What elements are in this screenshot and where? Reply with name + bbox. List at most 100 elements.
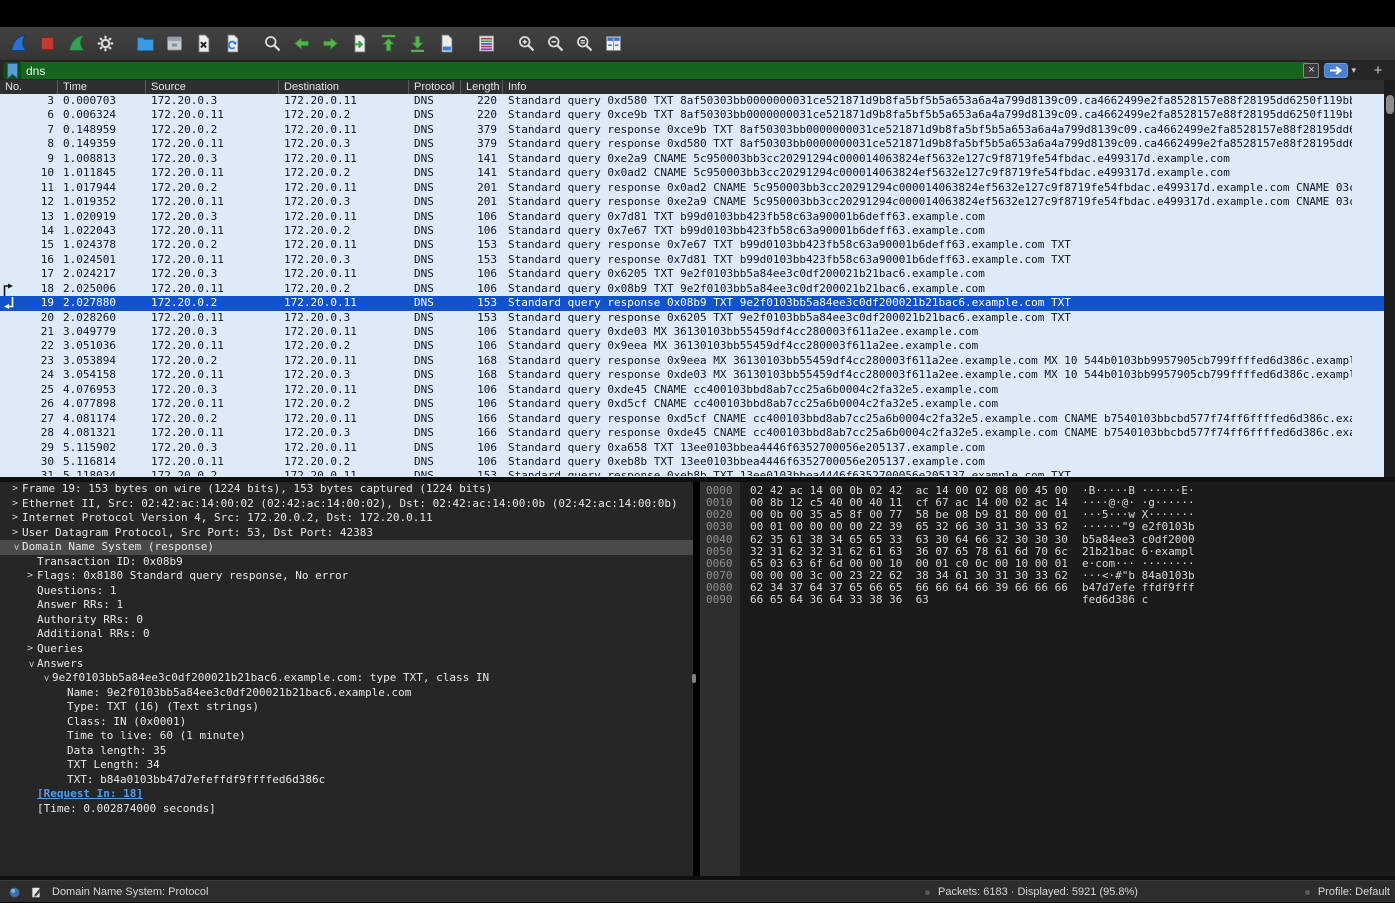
packet-row-12[interactable]: 121.019352172.20.0.11172.20.0.3DNS201Sta…: [0, 195, 1384, 209]
detail-row[interactable]: >Internet Protocol Version 4, Src: 172.2…: [0, 511, 693, 526]
details-scrollbar-thumb[interactable]: [692, 674, 696, 683]
open-file-button[interactable]: [131, 29, 160, 59]
detail-row[interactable]: Additional RRs: 0: [0, 627, 693, 642]
status-profile[interactable]: Profile: Default: [1305, 881, 1390, 903]
zoom-reset-button[interactable]: [570, 29, 599, 59]
previous-packet-button[interactable]: [287, 29, 316, 59]
packet-row-28[interactable]: 284.081321172.20.0.11172.20.0.3DNS166Sta…: [0, 426, 1384, 440]
packet-row-11[interactable]: 111.017944172.20.0.2172.20.0.11DNS201Sta…: [0, 181, 1384, 195]
detail-row[interactable]: Authority RRs: 0: [0, 613, 693, 628]
zoom-out-button[interactable]: [541, 29, 570, 59]
packet-row-8[interactable]: 80.149359172.20.0.11172.20.0.3DNS379Stan…: [0, 137, 1384, 151]
tree-expanded-icon[interactable]: >: [38, 671, 53, 685]
column-header-length[interactable]: Length: [460, 80, 502, 94]
packet-row-16[interactable]: 161.024501172.20.0.11172.20.0.3DNS153Sta…: [0, 253, 1384, 267]
stop-capture-button[interactable]: [33, 29, 62, 59]
packet-row-17[interactable]: 172.024217172.20.0.3172.20.0.11DNS106Sta…: [0, 267, 1384, 281]
apply-filter-button[interactable]: [1324, 63, 1348, 78]
detail-link-row[interactable]: [Request In: 18]: [0, 787, 693, 802]
close-file-button[interactable]: [189, 29, 218, 59]
detail-row[interactable]: Transaction ID: 0x08b9: [0, 555, 693, 570]
tree-collapsed-icon[interactable]: >: [23, 642, 37, 657]
go-to-packet-button[interactable]: [345, 29, 374, 59]
apply-dropdown-caret[interactable]: ▾: [1351, 65, 1356, 76]
tree-expanded-icon[interactable]: >: [8, 540, 23, 554]
packet-row-29[interactable]: 295.115902172.20.0.3172.20.0.11DNS106Sta…: [0, 441, 1384, 455]
tree-collapsed-icon[interactable]: >: [8, 526, 22, 541]
packet-row-22[interactable]: 223.051036172.20.0.11172.20.0.2DNS106Sta…: [0, 339, 1384, 353]
capture-options-button[interactable]: [91, 29, 120, 59]
detail-row[interactable]: >Ethernet II, Src: 02:42:ac:14:00:02 (02…: [0, 497, 693, 512]
packet-row-23[interactable]: 233.053894172.20.0.2172.20.0.11DNS168Sta…: [0, 354, 1384, 368]
packet-row-9[interactable]: 91.008813172.20.0.3172.20.0.11DNS141Stan…: [0, 152, 1384, 166]
tree-collapsed-icon[interactable]: >: [23, 569, 37, 584]
start-capture-button[interactable]: [4, 29, 33, 59]
detail-row[interactable]: TXT: b84a0103bb47d7efeffdf9ffffed6d386c: [0, 773, 693, 788]
first-packet-button[interactable]: [374, 29, 403, 59]
tree-collapsed-icon[interactable]: >: [8, 497, 22, 512]
packet-row-20[interactable]: 202.028260172.20.0.11172.20.0.3DNS153Sta…: [0, 311, 1384, 325]
next-packet-button[interactable]: [316, 29, 345, 59]
expert-info-icon[interactable]: [8, 886, 21, 899]
packet-row-18[interactable]: 182.025006172.20.0.11172.20.0.2DNS106Sta…: [0, 282, 1384, 296]
packet-row-24[interactable]: 243.054158172.20.0.11172.20.0.3DNS168Sta…: [0, 368, 1384, 382]
reload-file-button[interactable]: [218, 29, 247, 59]
packet-row-10[interactable]: 101.011845172.20.0.11172.20.0.2DNS141Sta…: [0, 166, 1384, 180]
detail-row[interactable]: >Domain Name System (response): [0, 540, 693, 555]
packet-row-31[interactable]: 315.118034172.20.0.2172.20.0.11DNS153Sta…: [0, 469, 1384, 476]
details-scrollbar[interactable]: [690, 482, 698, 876]
packet-row-26[interactable]: 264.077898172.20.0.11172.20.0.2DNS106Sta…: [0, 397, 1384, 411]
packet-row-15[interactable]: 151.024378172.20.0.2172.20.0.11DNS153Sta…: [0, 238, 1384, 252]
last-packet-button[interactable]: [403, 29, 432, 59]
detail-row[interactable]: >Answers: [0, 657, 693, 672]
column-header-protocol[interactable]: Protocol: [408, 80, 460, 94]
detail-row[interactable]: >Queries: [0, 642, 693, 657]
packet-row-3[interactable]: 30.000703172.20.0.3172.20.0.11DNS220Stan…: [0, 94, 1384, 108]
column-header-destination[interactable]: Destination: [278, 80, 408, 94]
hex-row-0040[interactable]: 004062 35 61 38 34 65 65 33 63 30 64 66 …: [700, 534, 1395, 546]
column-header-source[interactable]: Source: [145, 80, 278, 94]
scrollbar-thumb[interactable]: [1386, 95, 1394, 114]
detail-row[interactable]: Time to live: 60 (1 minute): [0, 729, 693, 744]
coloring-rules-button[interactable]: [472, 29, 501, 59]
column-header-info[interactable]: Info: [502, 80, 1384, 94]
packet-row-13[interactable]: 131.020919172.20.0.3172.20.0.11DNS106Sta…: [0, 210, 1384, 224]
tree-expanded-icon[interactable]: >: [23, 657, 38, 671]
save-file-button[interactable]: [160, 29, 189, 59]
clear-filter-button[interactable]: ×: [1303, 63, 1319, 78]
packet-row-30[interactable]: 305.116814172.20.0.11172.20.0.2DNS106Sta…: [0, 455, 1384, 469]
packet-row-6[interactable]: 60.006324172.20.0.11172.20.0.2DNS220Stan…: [0, 108, 1384, 122]
packet-row-21[interactable]: 213.049779172.20.0.3172.20.0.11DNS106Sta…: [0, 325, 1384, 339]
packet-list-scrollbar[interactable]: [1384, 80, 1395, 477]
column-header-no[interactable]: No.: [0, 80, 57, 94]
detail-row[interactable]: [Time: 0.002874000 seconds]: [0, 802, 693, 817]
hex-row-0030[interactable]: 003000 01 00 00 00 00 22 39 65 32 66 30 …: [700, 521, 1395, 533]
detail-row[interactable]: >Frame 19: 153 bytes on wire (1224 bits)…: [0, 482, 693, 497]
detail-row[interactable]: TXT Length: 34: [0, 758, 693, 773]
display-filter-input[interactable]: dns: [3, 62, 1309, 79]
detail-row[interactable]: Answer RRs: 1: [0, 598, 693, 613]
detail-row[interactable]: Type: TXT (16) (Text strings): [0, 700, 693, 715]
column-header-time[interactable]: Time: [57, 80, 145, 94]
detail-row[interactable]: Name: 9e2f0103bb5a84ee3c0df200021b21bac6…: [0, 686, 693, 701]
tree-collapsed-icon[interactable]: >: [8, 482, 22, 497]
packet-row-25[interactable]: 254.076953172.20.0.3172.20.0.11DNS106Sta…: [0, 383, 1384, 397]
packet-row-19[interactable]: 192.027880172.20.0.2172.20.0.11DNS153Sta…: [0, 296, 1384, 310]
packet-row-27[interactable]: 274.081174172.20.0.2172.20.0.11DNS166Sta…: [0, 412, 1384, 426]
hex-row-0090[interactable]: 009066 65 64 36 64 33 38 36 63fed6d386 c: [700, 594, 1395, 606]
restart-capture-button[interactable]: [62, 29, 91, 59]
packet-row-14[interactable]: 141.022043172.20.0.11172.20.0.2DNS106Sta…: [0, 224, 1384, 238]
detail-row[interactable]: >Flags: 0x8180 Standard query response, …: [0, 569, 693, 584]
resize-columns-button[interactable]: [599, 29, 628, 59]
detail-row[interactable]: Class: IN (0x0001): [0, 715, 693, 730]
capture-comment-icon[interactable]: [30, 886, 43, 899]
packet-row-7[interactable]: 70.148959172.20.0.2172.20.0.11DNS379Stan…: [0, 123, 1384, 137]
zoom-in-button[interactable]: [512, 29, 541, 59]
detail-row[interactable]: Questions: 1: [0, 584, 693, 599]
detail-row[interactable]: Data length: 35: [0, 744, 693, 759]
tree-collapsed-icon[interactable]: >: [8, 511, 22, 526]
add-filter-button[interactable]: +: [1371, 62, 1385, 79]
filter-bookmark-icon[interactable]: [3, 62, 21, 79]
find-packet-button[interactable]: [258, 29, 287, 59]
auto-scroll-button[interactable]: [432, 29, 461, 59]
